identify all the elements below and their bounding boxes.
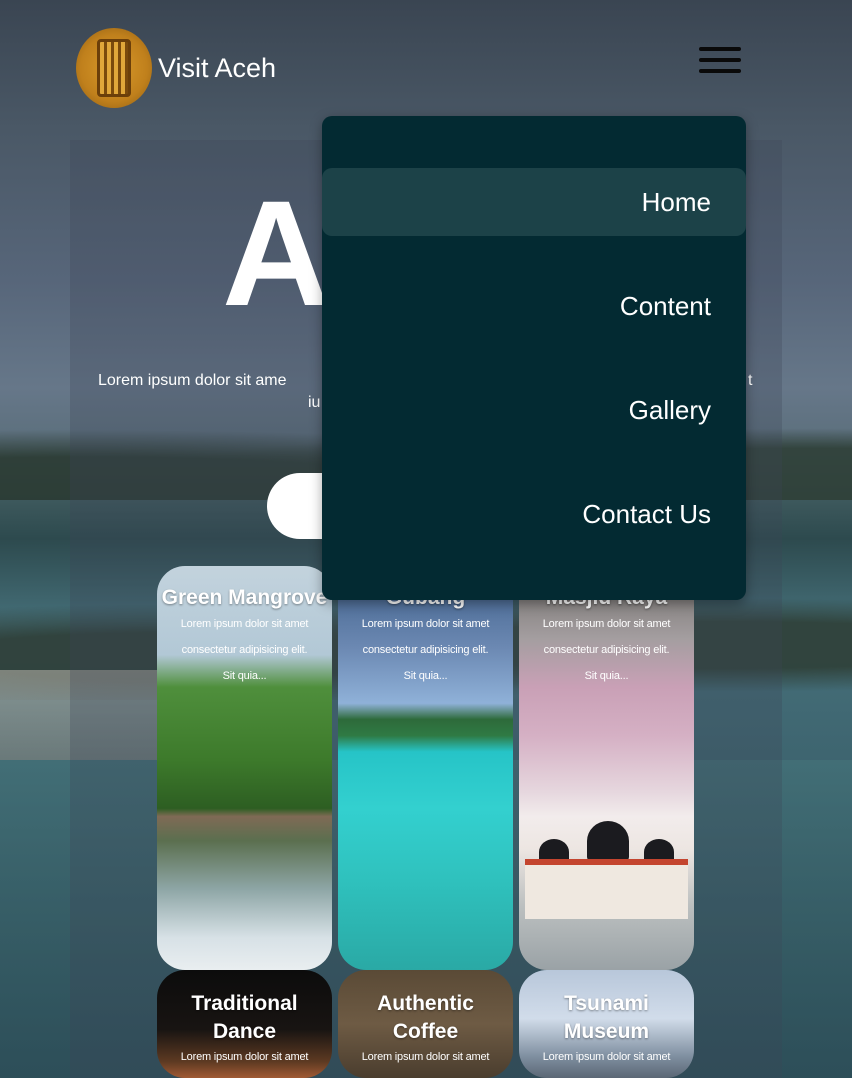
mosque-dome [587,821,629,861]
mosque-illustration [519,821,694,931]
menu-item-home[interactable]: Home [322,168,746,236]
site-header: Visit Aceh [76,28,276,108]
mosque-body [525,859,688,919]
card-desc-line1: Lorem ipsum dolor sit amet [180,1051,309,1063]
card-desc-line3: Sit quia... [584,670,629,682]
card-title-line1: Traditional [191,992,298,1015]
card-desc-line3: Sit quia... [403,670,448,682]
card-gubang[interactable]: Gubang Lorem ipsum dolor sit amet consec… [338,566,513,970]
card-desc-line1: Lorem ipsum dolor sit amet [361,1051,490,1063]
card-title-line1: Authentic [377,992,474,1015]
hero-description-line2: iu [308,394,321,411]
logo-emblem-detail [97,39,131,97]
card-desc-line2: consectetur adipisicing elit. [362,644,489,656]
card-desc-line2: consectetur adipisicing elit. [543,644,670,656]
card-masjid-raya[interactable]: Masjid Raya Lorem ipsum dolor sit amet c… [519,566,694,970]
hamburger-line [699,69,741,73]
hamburger-menu-icon[interactable] [699,47,741,79]
card-title: Green Mangrove [161,586,328,609]
hero-title: A [222,169,331,337]
card-title-line2: Dance [212,1020,277,1043]
hero-description-line1: Lorem ipsum dolor sit ame [98,372,287,389]
menu-item-gallery[interactable]: Gallery [322,376,746,444]
card-title-line1: Tsunami [564,992,649,1015]
aceh-emblem-icon[interactable] [76,28,152,108]
menu-item-contact-us[interactable]: Contact Us [322,480,746,548]
card-desc-line1: Lorem ipsum dolor sit amet [542,1051,671,1063]
card-traditional-dance[interactable]: Traditional Dance Lorem ipsum dolor sit … [157,970,332,1078]
card-desc-line1: Lorem ipsum dolor sit amet [180,618,309,630]
nav-dropdown-menu: Home Content Gallery Contact Us [322,116,746,600]
card-tsunami-museum[interactable]: Tsunami Museum Lorem ipsum dolor sit ame… [519,970,694,1078]
card-desc-line2: consectetur adipisicing elit. [181,644,308,656]
hamburger-line [699,47,741,51]
card-green-mangrove[interactable]: Green Mangrove Lorem ipsum dolor sit ame… [157,566,332,970]
brand-name[interactable]: Visit Aceh [158,53,276,84]
card-title-line2: Museum [563,1020,650,1043]
card-desc-line1: Lorem ipsum dolor sit amet [542,618,671,630]
menu-item-content[interactable]: Content [322,272,746,340]
card-desc-line3: Sit quia... [222,670,267,682]
card-title-line2: Coffee [392,1020,459,1043]
card-authentic-coffee[interactable]: Authentic Coffee Lorem ipsum dolor sit a… [338,970,513,1078]
card-desc-line1: Lorem ipsum dolor sit amet [361,618,490,630]
hero-description-tail: t [748,372,753,389]
hamburger-line [699,58,741,62]
